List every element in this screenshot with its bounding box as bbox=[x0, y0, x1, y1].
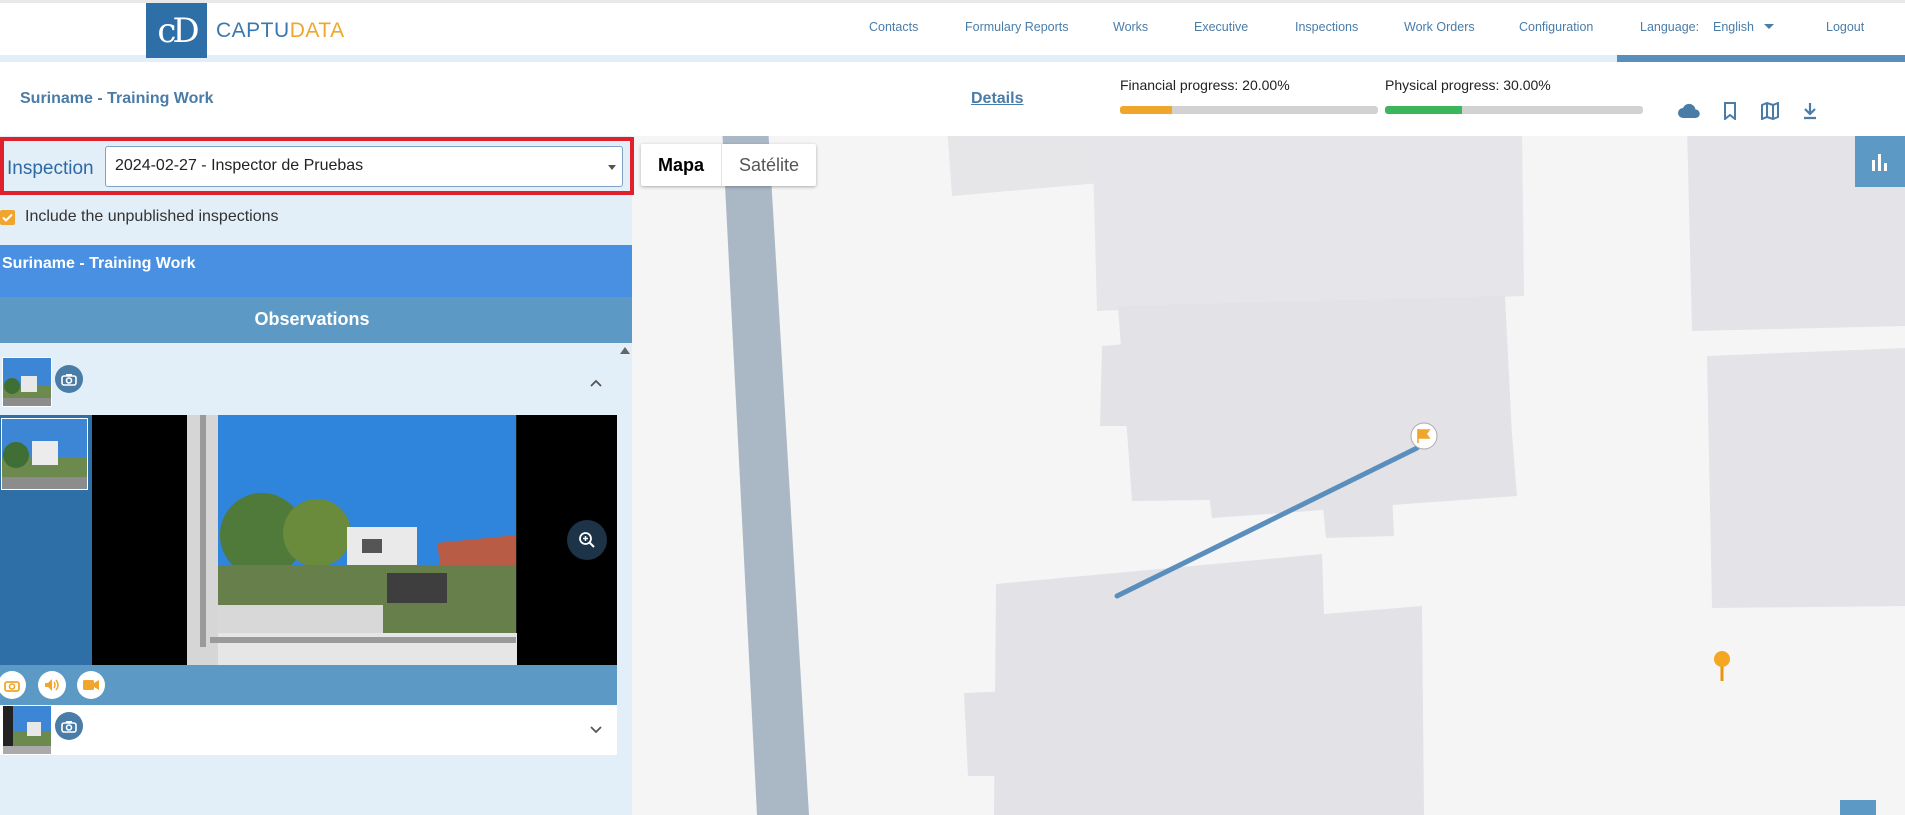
observation-thumbnail[interactable] bbox=[2, 705, 52, 755]
nav-inspections[interactable]: Inspections bbox=[1295, 20, 1358, 34]
map-corner-control[interactable] bbox=[1840, 800, 1876, 815]
chevron-down-icon[interactable] bbox=[588, 722, 604, 738]
financial-progress-fill bbox=[1120, 106, 1172, 114]
nav-executive[interactable]: Executive bbox=[1194, 20, 1248, 34]
zoom-in-icon[interactable] bbox=[567, 520, 607, 560]
inspection-select-value: 2024-02-27 - Inspector de Pruebas bbox=[115, 157, 364, 174]
observation-item-collapsed[interactable] bbox=[0, 705, 617, 755]
financial-progress-bar bbox=[1120, 106, 1378, 114]
physical-progress-label: Physical progress: 30.00% bbox=[1385, 77, 1551, 93]
map-type-control: Mapa Satélite bbox=[641, 144, 817, 186]
nav-work-orders[interactable]: Work Orders bbox=[1404, 20, 1475, 34]
observations-scrollbar[interactable] bbox=[617, 343, 632, 815]
scroll-up-arrow-icon[interactable] bbox=[620, 347, 630, 354]
inspection-select[interactable]: 2024-02-27 - Inspector de Pruebas bbox=[105, 146, 623, 187]
gallery-thumbnail[interactable] bbox=[1, 418, 88, 490]
navbar-active-indicator bbox=[1617, 55, 1905, 62]
inspection-selector-highlight: Inspection 2024-02-27 - Inspector de Pru… bbox=[0, 137, 634, 195]
captudata-logo[interactable]: cD CAPTUDATA bbox=[146, 3, 345, 58]
nav-configuration[interactable]: Configuration bbox=[1519, 20, 1593, 34]
camera-icon[interactable] bbox=[55, 712, 83, 740]
logo-wordmark: CAPTUDATA bbox=[216, 18, 345, 42]
work-header-title: Suriname - Training Work bbox=[2, 255, 196, 272]
caret-down-icon bbox=[608, 165, 616, 170]
location-pin-icon[interactable] bbox=[1713, 650, 1731, 682]
charts-toggle-button[interactable] bbox=[1855, 136, 1905, 187]
download-icon[interactable] bbox=[1798, 99, 1822, 123]
observation-item-expanded[interactable] bbox=[0, 343, 617, 415]
logo-mark: cD bbox=[146, 3, 207, 58]
main-photo[interactable] bbox=[92, 415, 617, 665]
chevron-up-icon[interactable] bbox=[588, 375, 604, 391]
physical-progress-fill bbox=[1385, 106, 1463, 114]
audio-icon[interactable] bbox=[38, 671, 66, 699]
nav-contacts[interactable]: Contacts bbox=[869, 20, 918, 34]
map-canvas[interactable] bbox=[632, 136, 1905, 815]
physical-progress-bar bbox=[1385, 106, 1643, 114]
cloud-icon[interactable] bbox=[1677, 99, 1701, 123]
bookmark-icon[interactable] bbox=[1718, 99, 1742, 123]
language-dropdown[interactable]: English bbox=[1713, 20, 1774, 34]
observation-thumbnail[interactable] bbox=[2, 357, 52, 407]
flag-marker-icon[interactable] bbox=[1409, 421, 1439, 451]
include-unpublished-checkbox[interactable] bbox=[0, 210, 15, 225]
financial-progress-label: Financial progress: 20.00% bbox=[1120, 77, 1290, 93]
details-link[interactable]: Details bbox=[971, 90, 1023, 108]
inspection-label: Inspection bbox=[7, 158, 94, 179]
page-title: Suriname - Training Work bbox=[20, 90, 214, 107]
map-type-satellite-button[interactable]: Satélite bbox=[721, 144, 816, 186]
nav-works[interactable]: Works bbox=[1113, 20, 1148, 34]
camera-icon[interactable] bbox=[55, 365, 83, 393]
bar-chart-icon bbox=[1872, 153, 1887, 171]
video-camera-icon[interactable] bbox=[77, 671, 105, 699]
map-type-map-button[interactable]: Mapa bbox=[641, 144, 721, 186]
include-unpublished-label[interactable]: Include the unpublished inspections bbox=[25, 208, 279, 226]
caret-down-icon bbox=[1764, 24, 1774, 29]
map-icon[interactable] bbox=[1758, 99, 1782, 123]
nav-formulary-reports[interactable]: Formulary Reports bbox=[965, 20, 1069, 34]
language-label: Language: bbox=[1640, 20, 1700, 34]
observations-title: Observations bbox=[254, 309, 370, 329]
checkmark-icon bbox=[2, 213, 13, 222]
map-tiles bbox=[722, 136, 1905, 815]
nav-logout[interactable]: Logout bbox=[1826, 20, 1864, 34]
